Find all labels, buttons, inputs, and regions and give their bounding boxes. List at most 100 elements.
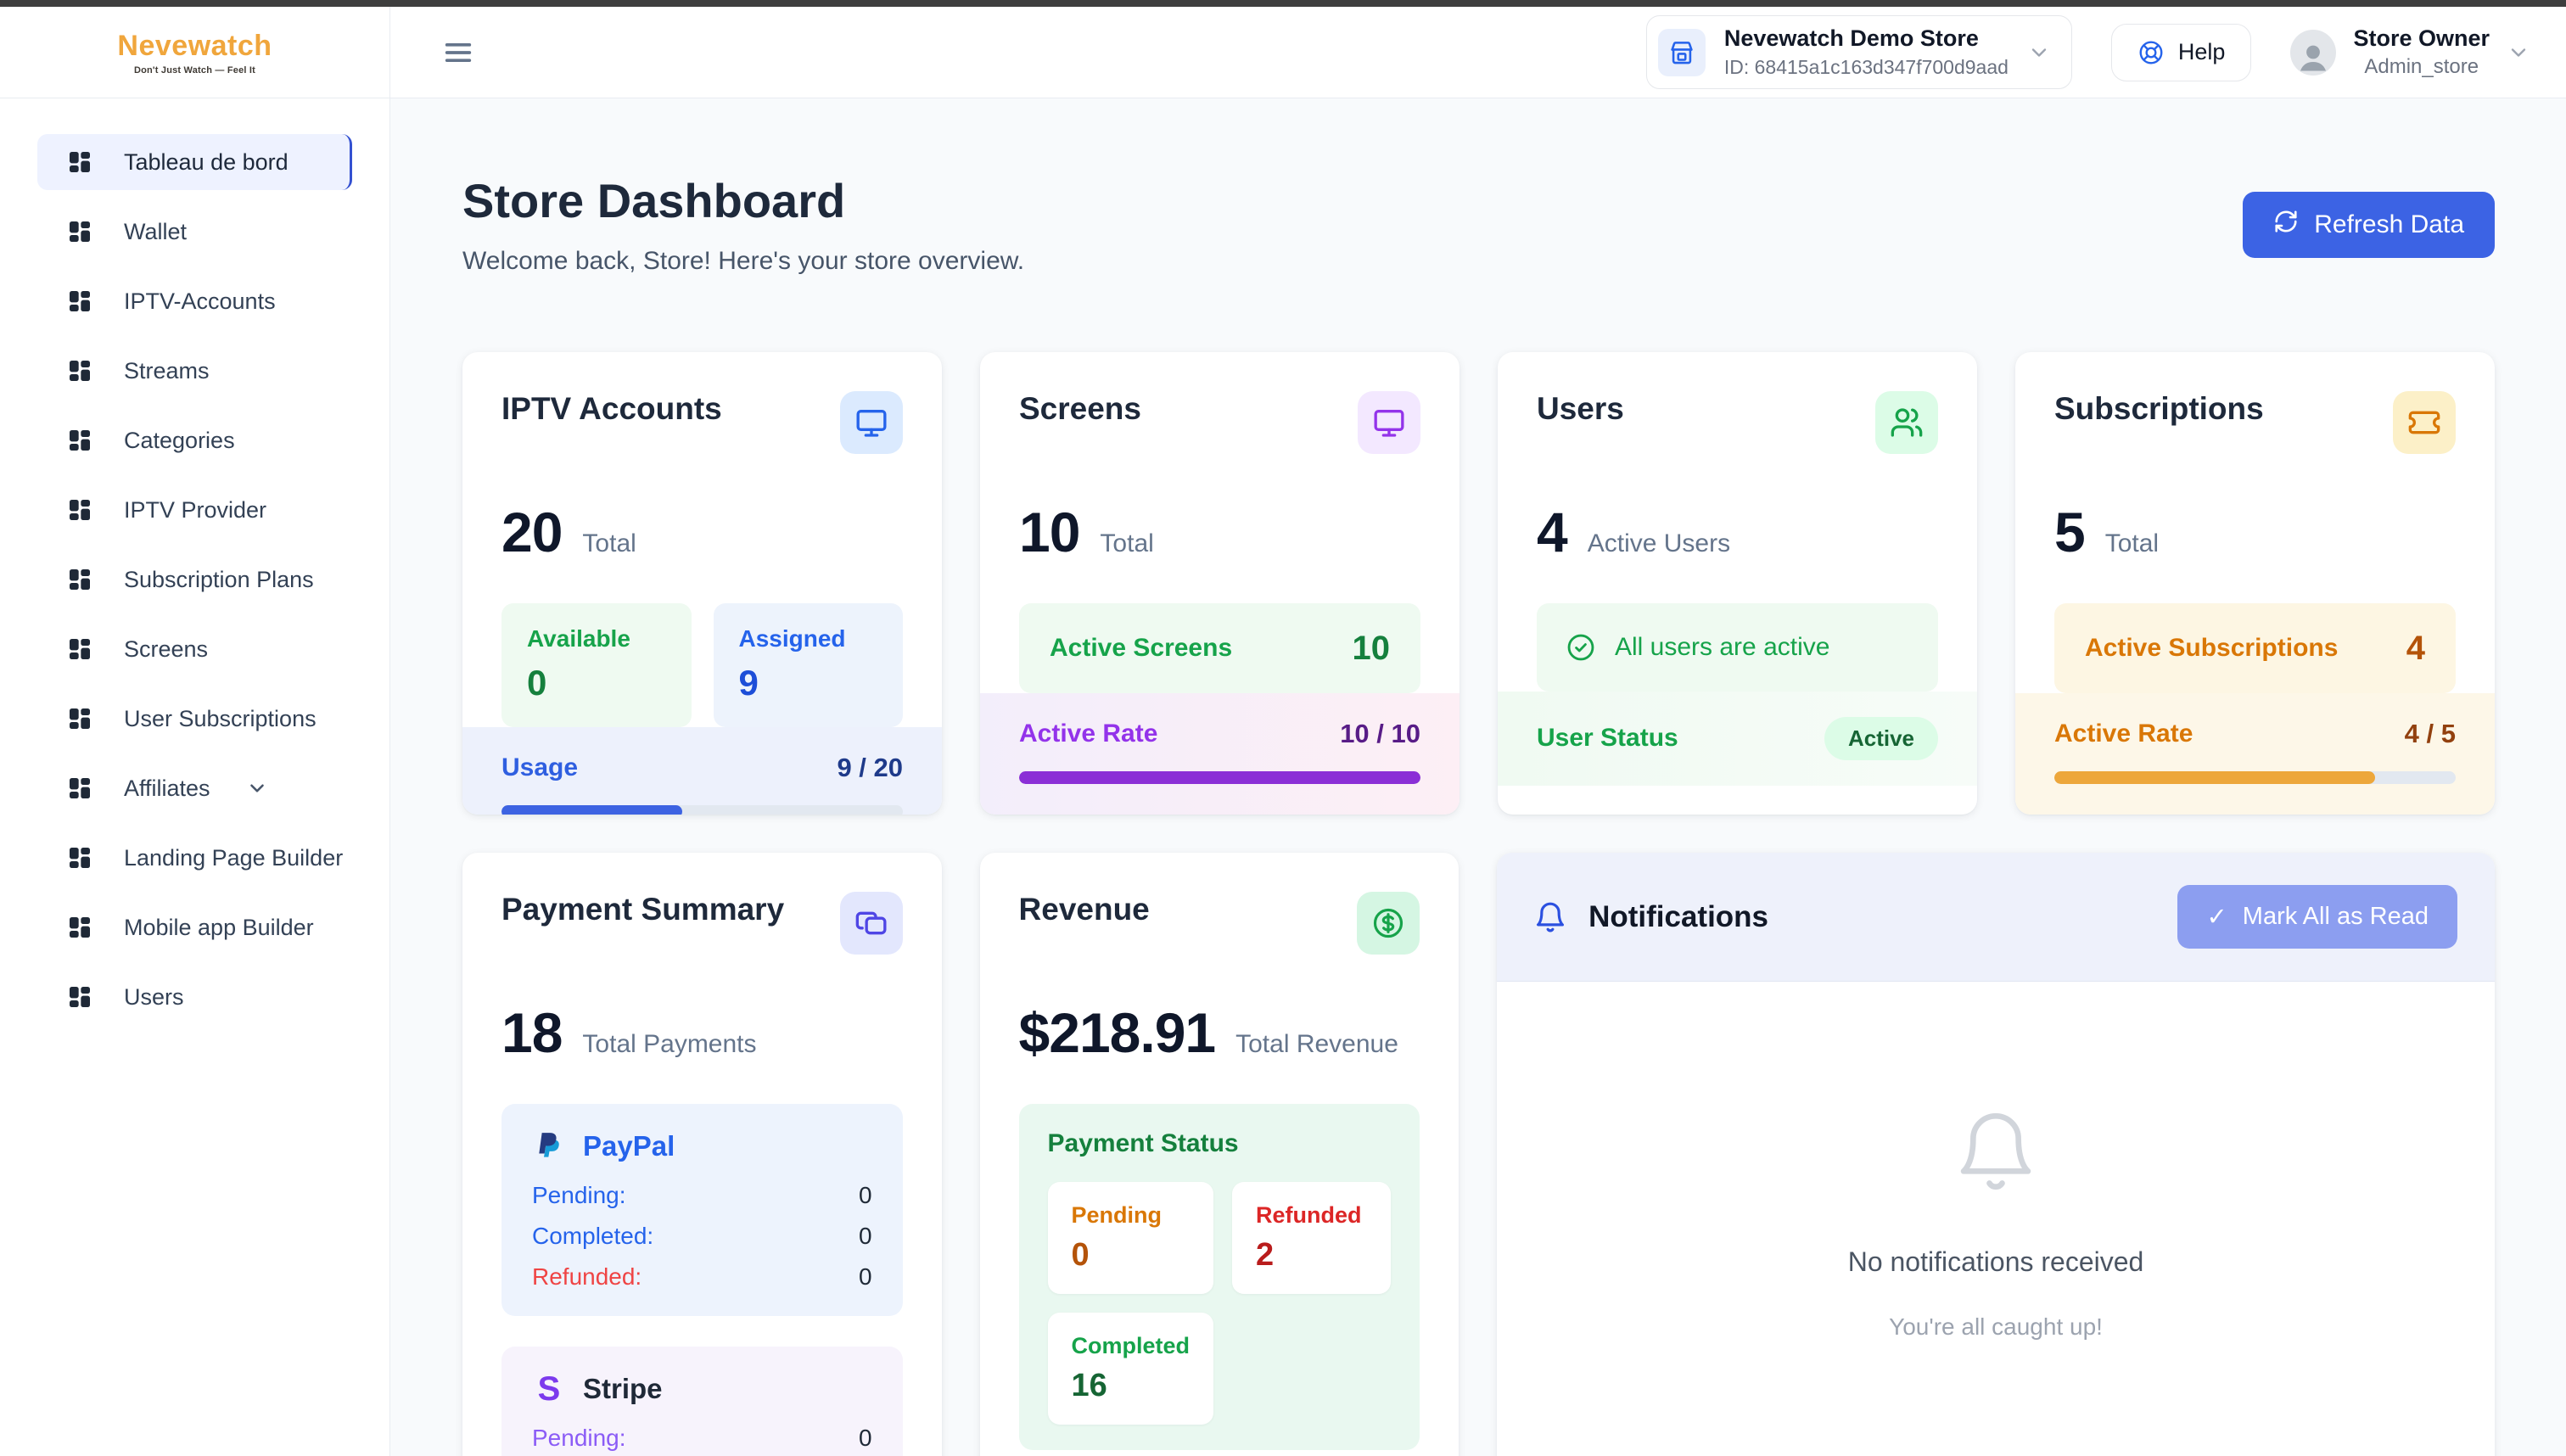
stripe-name: Stripe	[583, 1373, 663, 1405]
sidebar-item-categories[interactable]: Categories	[37, 412, 352, 468]
bell-icon	[1534, 901, 1566, 933]
sidebar-item-users[interactable]: Users	[37, 969, 352, 1025]
store-name: Nevewatch Demo Store	[1724, 25, 2009, 52]
sidebar-item-wallet[interactable]: Wallet	[37, 204, 352, 260]
logo: Nevewatch Don't Just Watch — Feel It	[0, 7, 389, 98]
paypal-completed-row: Completed:0	[532, 1223, 872, 1250]
dashboard-icon	[66, 496, 93, 524]
sidebar-item-label: IPTV Provider	[124, 497, 266, 524]
sidebar-nav: Tableau de bord Wallet IPTV-Accounts Str…	[0, 98, 389, 1039]
active-rate-footer: Active Rate 10 / 10	[980, 693, 1459, 815]
completed-box: Completed 16	[1048, 1313, 1214, 1425]
dashboard-icon	[66, 566, 93, 593]
user-username: Admin_store	[2353, 55, 2490, 79]
copy-cards-icon	[840, 892, 903, 955]
notifications-panel: Notifications ✓ Mark All as Read No noti…	[1497, 853, 2495, 1456]
total-payments-value: 18	[501, 1000, 562, 1065]
store-selector[interactable]: Nevewatch Demo Store ID: 68415a1c163d347…	[1646, 15, 2072, 89]
user-status-footer: User Status Active	[1498, 692, 1977, 786]
sidebar-item-dashboard[interactable]: Tableau de bord	[37, 134, 352, 190]
user-role: Store Owner	[2353, 25, 2490, 52]
notifications-empty-state: No notifications received You're all cau…	[1497, 982, 2495, 1456]
active-rate-progress-fill	[2054, 771, 2375, 784]
sidebar-item-screens[interactable]: Screens	[37, 621, 352, 677]
active-rate-progress-fill	[1019, 771, 1420, 784]
help-button[interactable]: Help	[2111, 24, 2252, 81]
sidebar-item-streams[interactable]: Streams	[37, 343, 352, 399]
sidebar-item-label: Streams	[124, 358, 210, 384]
refresh-label: Refresh Data	[2314, 210, 2464, 239]
active-subscriptions-box: Active Subscriptions 4	[2054, 603, 2456, 693]
refresh-icon	[2273, 209, 2299, 241]
dashboard-icon	[66, 148, 93, 176]
refresh-data-button[interactable]: Refresh Data	[2243, 192, 2495, 258]
total-label: Total	[2105, 529, 2159, 558]
sidebar-item-user-subscriptions[interactable]: User Subscriptions	[37, 691, 352, 747]
sidebar-item-label: Mobile app Builder	[124, 915, 314, 941]
storefront-icon	[1658, 29, 1706, 76]
sidebar-item-iptv-accounts[interactable]: IPTV-Accounts	[37, 273, 352, 329]
bell-outline-icon	[1953, 1109, 2038, 1194]
life-buoy-icon	[2137, 39, 2165, 66]
dashboard-icon	[66, 705, 93, 732]
total-value: 10	[1019, 500, 1079, 564]
page-title: Store Dashboard	[462, 173, 1024, 228]
status-badge: Active	[1824, 717, 1938, 760]
app-window: Nevewatch Don't Just Watch — Feel It Tab…	[0, 0, 2566, 1456]
total-revenue-value: $218.91	[1019, 1000, 1216, 1065]
available-box: Available 0	[501, 603, 692, 727]
paypal-refunded-row: Refunded:0	[532, 1263, 872, 1291]
users-card: Users 4 Active Users All users are activ…	[1498, 352, 1977, 815]
hamburger-menu-icon[interactable]	[441, 36, 475, 70]
notifications-title: Notifications	[1588, 900, 1768, 934]
monitor-icon	[1358, 391, 1420, 454]
dollar-circle-icon	[1357, 892, 1420, 955]
dashboard-icon	[66, 218, 93, 245]
card-title: IPTV Accounts	[501, 391, 722, 427]
monitor-icon	[840, 391, 903, 454]
active-rate-progress-track	[2054, 771, 2456, 784]
screens-card: Screens 10 Total Active Screens 10	[980, 352, 1459, 815]
sidebar-item-label: User Subscriptions	[124, 706, 317, 732]
user-menu[interactable]: Store Owner Admin_store	[2290, 25, 2530, 79]
dashboard-icon	[66, 427, 93, 454]
sidebar-item-iptv-provider[interactable]: IPTV Provider	[37, 482, 352, 538]
sidebar-item-affiliates[interactable]: Affiliates	[37, 760, 352, 816]
dashboard-content: Store Dashboard Welcome back, Store! Her…	[390, 98, 2566, 1456]
active-screens-box: Active Screens 10	[1019, 603, 1420, 693]
page-subtitle: Welcome back, Store! Here's your store o…	[462, 247, 1024, 276]
empty-title: No notifications received	[1848, 1246, 2144, 1278]
sidebar-item-label: Subscription Plans	[124, 567, 314, 593]
usage-footer: Usage 9 / 20	[462, 727, 942, 815]
total-value: 20	[501, 500, 562, 564]
card-title: Revenue	[1019, 892, 1150, 927]
stripe-icon: S	[532, 1372, 566, 1406]
sidebar: Nevewatch Don't Just Watch — Feel It Tab…	[0, 7, 390, 1456]
pending-box: Pending 0	[1048, 1182, 1214, 1294]
sidebar-item-mobile-app-builder[interactable]: Mobile app Builder	[37, 899, 352, 955]
total-label: Active Users	[1588, 529, 1730, 558]
payment-status-box: Payment Status Pending 0 Refunded 2	[1019, 1104, 1420, 1450]
logo-tagline: Don't Just Watch — Feel It	[134, 65, 255, 76]
window-top-strip	[0, 0, 2566, 7]
chevron-down-icon	[246, 777, 268, 799]
dashboard-icon	[66, 983, 93, 1011]
logo-title: Nevewatch	[117, 30, 272, 63]
avatar	[2290, 30, 2336, 76]
active-rate-footer: Active Rate 4 / 5	[2015, 693, 2495, 815]
sidebar-item-landing-page-builder[interactable]: Landing Page Builder	[37, 830, 352, 886]
card-title: Subscriptions	[2054, 391, 2264, 427]
total-revenue-label: Total Revenue	[1235, 1030, 1398, 1059]
sidebar-item-label: Tableau de bord	[124, 149, 289, 176]
iptv-accounts-card: IPTV Accounts 20 Total Available 0	[462, 352, 942, 815]
sidebar-item-label: Users	[124, 984, 184, 1011]
sidebar-item-subscription-plans[interactable]: Subscription Plans	[37, 552, 352, 608]
check-icon: ✓	[2206, 902, 2227, 932]
notifications-header: Notifications ✓ Mark All as Read	[1497, 853, 2495, 982]
card-title: Users	[1537, 391, 1624, 427]
paypal-name: PayPal	[583, 1130, 675, 1162]
total-value: 4	[1537, 500, 1567, 564]
paypal-icon	[532, 1129, 566, 1163]
mark-all-read-button[interactable]: ✓ Mark All as Read	[2177, 885, 2457, 949]
empty-subtitle: You're all caught up!	[1889, 1313, 2103, 1341]
